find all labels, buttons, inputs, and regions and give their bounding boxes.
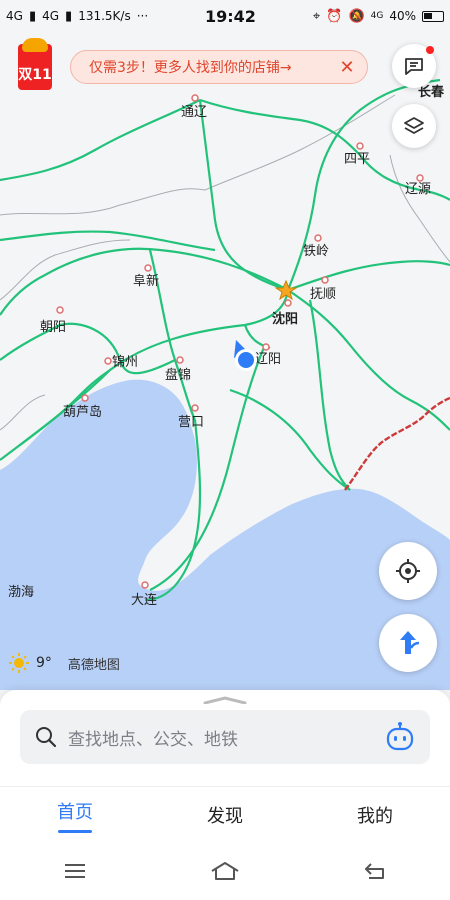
tab-discover[interactable]: 发现 bbox=[150, 787, 300, 843]
system-navigation-bar bbox=[0, 842, 450, 900]
city-dot-shenyang bbox=[284, 299, 292, 307]
tab-home-label: 首页 bbox=[57, 801, 93, 823]
map-brand-label: 高德地图 bbox=[67, 657, 120, 673]
city-label-shenyang: 沈阳 bbox=[272, 311, 298, 327]
clock: 19:42 bbox=[205, 7, 256, 26]
assistant-robot-icon[interactable] bbox=[384, 721, 416, 753]
map-layers-button[interactable] bbox=[392, 104, 436, 148]
tab-discover-label: 发现 bbox=[207, 806, 243, 827]
city-label-tieling: 铁岭 bbox=[303, 244, 329, 259]
city-label-dalian: 大连 bbox=[131, 592, 157, 608]
signal-bars-icon: ▮ bbox=[28, 8, 37, 24]
route-arrow-icon bbox=[400, 631, 420, 654]
city-label-siping: 四平 bbox=[344, 152, 370, 167]
city-label-tongliao: 通辽 bbox=[181, 105, 207, 120]
double11-label: 双11 bbox=[18, 67, 52, 83]
city-label-chaoyang: 朝阳 bbox=[40, 320, 66, 335]
city-dot-jinzhou bbox=[104, 357, 112, 365]
city-dot-fushun bbox=[321, 276, 329, 284]
city-label-yingkou: 营口 bbox=[178, 415, 204, 430]
back-button[interactable] bbox=[355, 856, 395, 886]
locate-me-button[interactable] bbox=[379, 542, 437, 600]
city-label-huludao: 葫芦岛 bbox=[63, 404, 102, 420]
messages-button[interactable] bbox=[392, 44, 436, 88]
location-status-icon: ⌖ bbox=[312, 8, 321, 24]
city-dot-tongliao bbox=[191, 94, 199, 102]
search-bar[interactable]: 查找地点、公交、地铁 bbox=[20, 710, 430, 764]
banner-close-icon[interactable]: ✕ bbox=[337, 57, 357, 78]
tab-home[interactable]: 首页 bbox=[0, 787, 150, 843]
more-dots: ··· bbox=[136, 9, 149, 23]
crosshair-icon bbox=[396, 559, 420, 583]
store-promo-banner[interactable]: 仅需3步！更多人找到你的店铺→ ✕ bbox=[70, 50, 368, 84]
unread-dot bbox=[426, 46, 434, 54]
back-icon bbox=[365, 863, 384, 879]
city-label-jinzhou: 锦州 bbox=[112, 355, 138, 370]
city-label-liaoyang: 辽阳 bbox=[255, 352, 281, 367]
banner-text: 仅需3步！更多人找到你的店铺→ bbox=[89, 60, 292, 76]
tab-mine-label: 我的 bbox=[357, 806, 393, 827]
message-icon bbox=[405, 58, 423, 75]
city-dot-huludao bbox=[81, 394, 89, 402]
network-small-label: 4G bbox=[370, 11, 384, 21]
city-dot-chaoyang bbox=[56, 306, 64, 314]
city-dot-liaoyuan bbox=[416, 174, 424, 182]
signal-2-label: 4G bbox=[42, 9, 60, 23]
city-dot-liaoyang bbox=[262, 343, 270, 351]
weather-widget[interactable]: 9° 高德地图 bbox=[8, 652, 120, 674]
city-dot-tieling bbox=[314, 234, 322, 242]
city-label-fushun: 抚顺 bbox=[310, 287, 336, 302]
network-speed: 131.5K/s bbox=[78, 9, 131, 23]
city-label-fuxin: 阜新 bbox=[133, 273, 159, 289]
search-icon bbox=[36, 727, 57, 748]
city-dot-fuxin bbox=[144, 264, 152, 272]
search-input[interactable]: 查找地点、公交、地铁 bbox=[68, 725, 384, 750]
sun-icon bbox=[9, 653, 29, 673]
badge-wing-icon bbox=[22, 38, 48, 52]
city-dot-yingkou bbox=[191, 404, 199, 412]
signal-1-label: 4G bbox=[6, 9, 23, 23]
city-label-liaoyuan: 辽源 bbox=[405, 182, 431, 197]
bottom-tab-bar: 首页 发现 我的 bbox=[0, 786, 450, 843]
temperature: 9° bbox=[36, 655, 52, 671]
home-button[interactable] bbox=[205, 856, 245, 886]
active-tab-indicator bbox=[58, 829, 92, 833]
city-label-panjin: 盘锦 bbox=[165, 367, 191, 383]
battery-percent: 40% bbox=[389, 9, 416, 23]
city-dot-panjin bbox=[176, 356, 184, 364]
signal-bars-icon-2: ▮ bbox=[65, 8, 73, 24]
bottom-sheet[interactable]: 查找地点、公交、地铁 bbox=[0, 690, 450, 786]
home-icon bbox=[211, 862, 239, 880]
menu-button[interactable] bbox=[55, 856, 95, 886]
status-bar: 4G ▮ 4G ▮ 131.5K/s ··· 19:42 ⌖ ⏰ 🔕 4G 40… bbox=[0, 0, 450, 32]
city-dot-dalian bbox=[141, 581, 149, 589]
layers-icon bbox=[404, 117, 424, 134]
battery-icon bbox=[422, 10, 444, 22]
mute-icon: 🔕 bbox=[348, 8, 365, 24]
tab-mine[interactable]: 我的 bbox=[300, 787, 450, 843]
menu-icon bbox=[65, 864, 85, 878]
drag-handle-icon[interactable] bbox=[203, 696, 247, 704]
route-button[interactable] bbox=[379, 614, 437, 672]
alarm-icon: ⏰ bbox=[326, 8, 343, 24]
city-dot-siping bbox=[356, 142, 364, 150]
city-label-bohai: 渤海 bbox=[8, 584, 34, 600]
double11-promo-button[interactable]: 双11 bbox=[18, 38, 52, 90]
